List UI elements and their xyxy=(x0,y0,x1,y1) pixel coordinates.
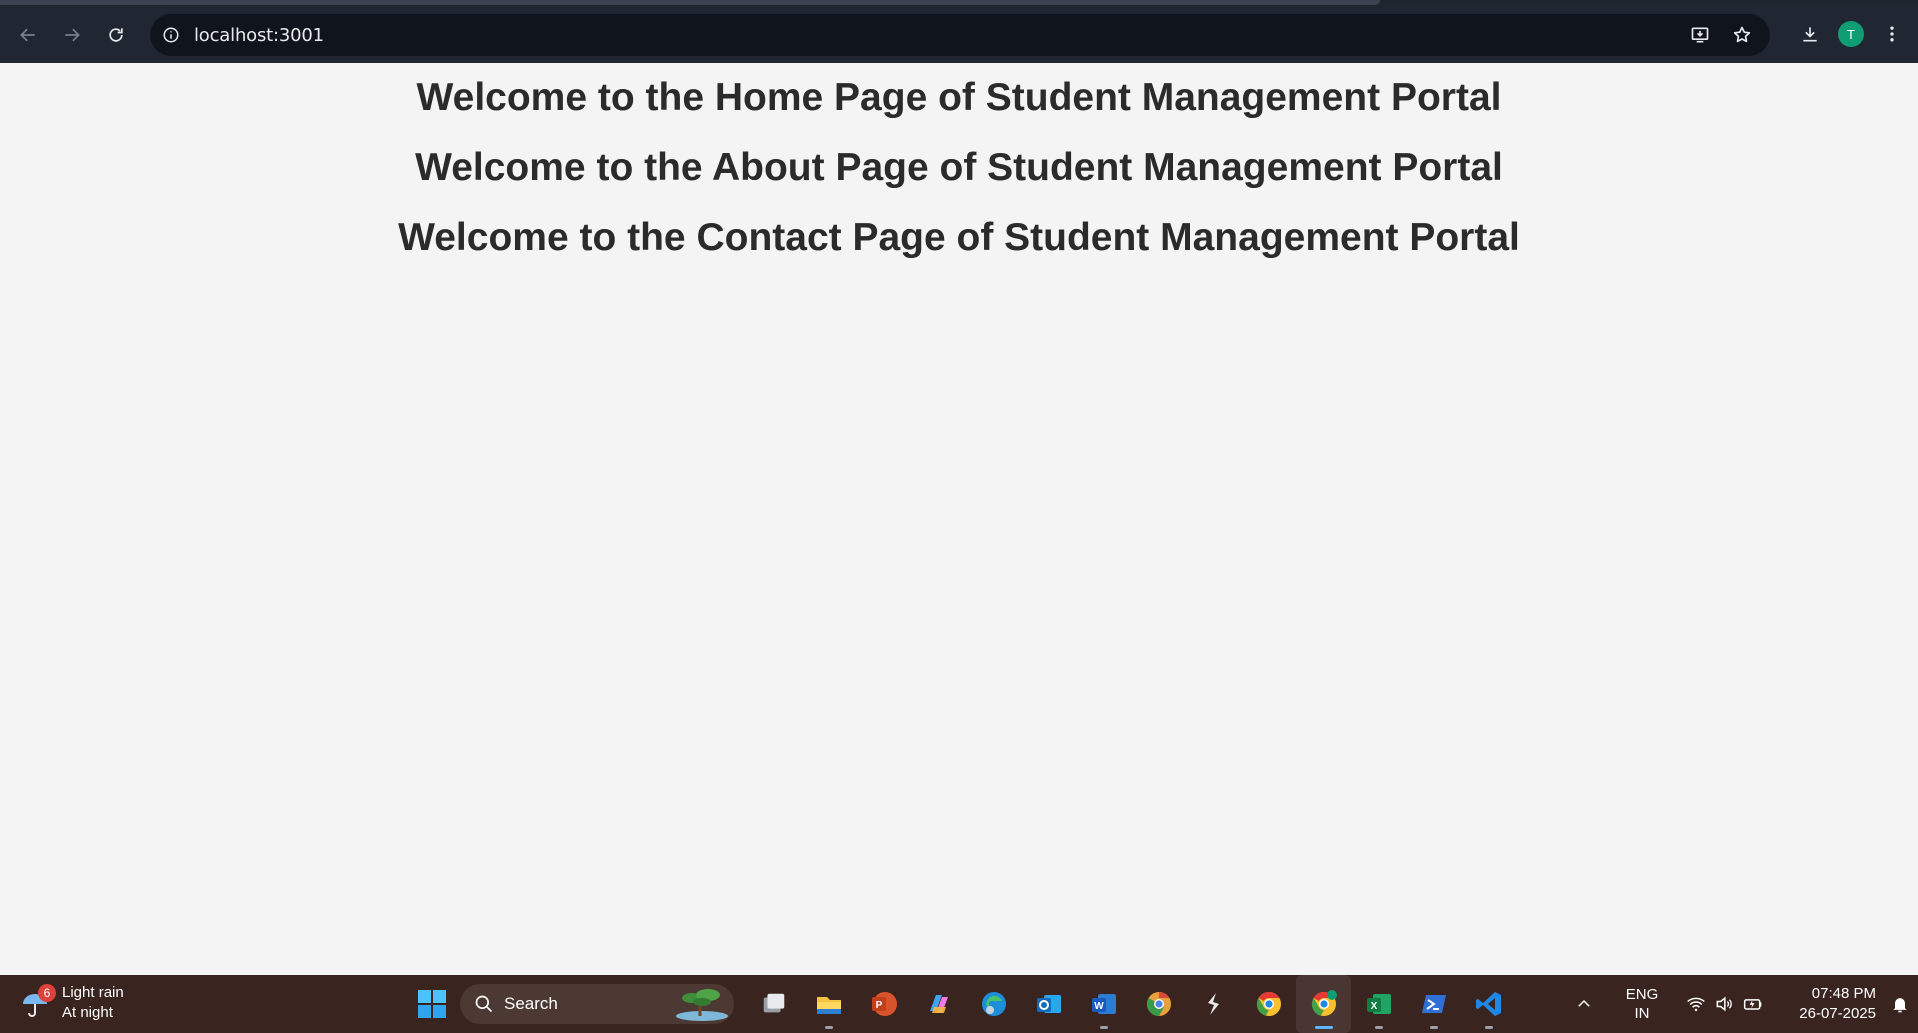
volume-icon xyxy=(1716,996,1732,1012)
active-tab-edge[interactable] xyxy=(0,0,1380,5)
sublime-icon[interactable] xyxy=(1186,975,1241,1033)
page-content: Welcome to the Home Page of Student Mana… xyxy=(0,63,1918,975)
wifi-icon xyxy=(1687,997,1705,1012)
windows-taskbar: 6 Light rain At night Search P W X ENG I… xyxy=(0,975,1918,1033)
show-hidden-icons-chevron-icon[interactable] xyxy=(1564,995,1604,1013)
chrome-canary-icon[interactable] xyxy=(1131,975,1186,1033)
reload-button[interactable] xyxy=(94,13,138,57)
notifications-bell-icon[interactable] xyxy=(1882,994,1918,1014)
svg-text:P: P xyxy=(875,1000,882,1011)
task-view-icon[interactable] xyxy=(746,975,801,1033)
system-clock[interactable]: 07:48 PM 26-07-2025 xyxy=(1786,984,1876,1024)
chrome-profile-icon[interactable] xyxy=(1296,975,1351,1033)
clock-time: 07:48 PM xyxy=(1811,985,1876,1002)
profile-avatar[interactable]: T xyxy=(1838,21,1864,47)
downloads-icon[interactable] xyxy=(1796,20,1824,48)
forward-button[interactable] xyxy=(50,13,94,57)
browser-toolbar: localhost:3001 T xyxy=(0,6,1918,63)
forward-arrow-icon xyxy=(65,28,80,41)
umbrella-rain-icon: 6 xyxy=(18,984,56,1020)
language-indicator[interactable]: ENG IN xyxy=(1612,985,1672,1023)
weather-time-of-day: At night xyxy=(62,1004,113,1021)
more-menu-icon[interactable] xyxy=(1878,20,1906,48)
weather-badge: 6 xyxy=(38,984,56,1002)
install-app-icon[interactable] xyxy=(1686,21,1714,49)
edge-icon[interactable] xyxy=(966,975,1021,1033)
powerpoint-icon[interactable]: P xyxy=(856,975,911,1033)
outlook-icon[interactable] xyxy=(1021,975,1076,1033)
back-arrow-icon xyxy=(20,28,35,41)
clock-date: 26-07-2025 xyxy=(1799,1005,1876,1022)
excel-icon[interactable]: X xyxy=(1351,975,1406,1033)
svg-text:W: W xyxy=(1094,1001,1104,1012)
file-explorer-icon[interactable] xyxy=(801,975,856,1033)
taskbar-search[interactable]: Search xyxy=(460,984,734,1024)
language-code: ENG xyxy=(1625,986,1659,1003)
vscode-icon[interactable] xyxy=(1461,975,1516,1033)
reload-icon xyxy=(109,27,123,42)
search-highlight-tree-icon xyxy=(676,989,728,1021)
windows-logo-icon xyxy=(418,990,446,1018)
quick-settings[interactable] xyxy=(1686,994,1764,1014)
svg-text:X: X xyxy=(1370,1001,1377,1012)
copilot-icon[interactable] xyxy=(911,975,966,1033)
home-heading: Welcome to the Home Page of Student Mana… xyxy=(416,76,1502,119)
back-button[interactable] xyxy=(6,13,50,57)
url-text[interactable]: localhost:3001 xyxy=(194,25,324,46)
powershell-icon[interactable] xyxy=(1406,975,1461,1033)
search-label: Search xyxy=(504,994,558,1013)
chrome-icon[interactable] xyxy=(1241,975,1296,1033)
weather-widget[interactable]: 6 Light rain At night xyxy=(18,983,124,1023)
site-info-icon[interactable] xyxy=(160,24,182,46)
about-heading: Welcome to the About Page of Student Man… xyxy=(415,146,1503,189)
search-icon xyxy=(475,995,493,1013)
word-icon[interactable]: W xyxy=(1076,975,1131,1033)
bookmark-star-icon[interactable] xyxy=(1728,21,1756,49)
address-bar[interactable]: localhost:3001 xyxy=(150,14,1770,56)
region-code: IN xyxy=(1634,1005,1650,1022)
weather-condition: Light rain xyxy=(62,984,124,1001)
battery-charging-icon xyxy=(1743,999,1762,1010)
contact-heading: Welcome to the Contact Page of Student M… xyxy=(398,216,1520,259)
start-button[interactable] xyxy=(412,984,452,1024)
